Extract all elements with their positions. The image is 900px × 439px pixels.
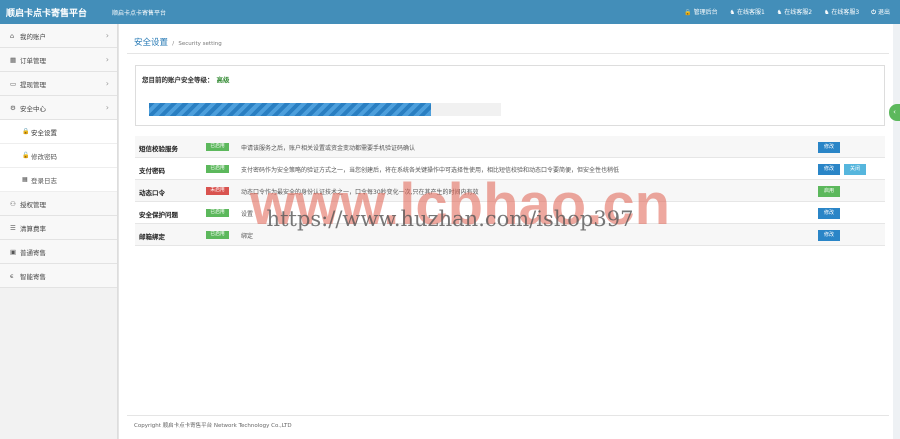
bell-icon: ♞ xyxy=(776,9,783,16)
sidebar-subitem-change-password[interactable]: 🔓 修改密码 xyxy=(0,144,117,168)
sidebar-item-normal-consign[interactable]: ▣ 普通寄售 xyxy=(0,240,117,264)
status-badge: 未启用 xyxy=(206,187,229,195)
setting-name: 支付密码 xyxy=(139,167,165,175)
card-icon: ▭ xyxy=(10,79,17,88)
setting-row-dynamic-token: 动态口令 未启用 动态口令作为最安全的身份认证技术之一，口令每30秒变化一次,只… xyxy=(135,180,885,202)
nav-logout[interactable]: ⏻ 退出 xyxy=(871,7,890,17)
sidebar-subitem-label: 安全设置 xyxy=(31,128,57,137)
nav-admin-label: 管理后台 xyxy=(693,9,718,16)
e-icon: є xyxy=(10,271,14,280)
sidebar: ⌂ 我的账户 › ▦ 订单管理 › ▭ 提现管理 › ⚙ 安全中心 › 🔒 安全设置 🔓 修改密码 … xyxy=(0,24,118,439)
status-badge: 已启用 xyxy=(206,209,229,217)
divider xyxy=(127,415,889,416)
sidebar-item-label: 授权管理 xyxy=(20,200,46,209)
nav-logout-label: 退出 xyxy=(877,9,890,16)
side-float-tab[interactable]: ‹ xyxy=(889,104,900,121)
users-icon: ⚇ xyxy=(10,199,16,208)
top-nav: 🔒 管理后台 ♞ 在线客服1 ♞ 在线客服2 ♞ 在线客服3 ⏻ 退出 xyxy=(684,7,890,17)
unlock-icon: 🔓 xyxy=(22,152,30,159)
security-settings-table: 短信校验服务 已启用 申请该服务之后，账户相关设置或资金变动都需要手机验证码确认… xyxy=(135,136,885,246)
sidebar-item-label: 订单管理 xyxy=(20,56,46,65)
setting-description: 动态口令作为最安全的身份认证技术之一，口令每30秒变化一次,只在其产生的时间内有… xyxy=(241,189,479,196)
setting-name: 动态口令 xyxy=(139,189,165,197)
sidebar-subitem-security-settings[interactable]: 🔒 安全设置 xyxy=(0,120,117,144)
security-level-text: 您目前的账户安全等级： xyxy=(142,76,214,84)
sidebar-subitem-label: 登录日志 xyxy=(31,176,57,185)
home-icon: ⌂ xyxy=(10,31,15,40)
setting-description: 申请该服务之后，账户相关设置或资金变动都需要手机验证码确认 xyxy=(241,145,416,152)
sidebar-item-label: 安全中心 xyxy=(20,104,46,113)
nav-service-2-label: 在线客服2 xyxy=(784,9,813,16)
sidebar-item-label: 提现管理 xyxy=(20,80,46,89)
brand-title[interactable]: 顺启卡点卡寄售平台 xyxy=(6,6,87,19)
sidebar-item-rates[interactable]: ☰ 清算费率 xyxy=(0,216,117,240)
grid-icon: ▦ xyxy=(22,176,28,183)
chevron-right-icon: › xyxy=(105,31,109,40)
sidebar-item-label: 我的账户 xyxy=(20,32,46,41)
setting-name: 安全保护问题 xyxy=(139,211,178,219)
lock-icon: 🔒 xyxy=(22,128,30,135)
chevron-right-icon: › xyxy=(105,55,109,64)
setting-row-email: 邮箱绑定 已启用 绑定 修改 xyxy=(135,224,885,246)
modify-button[interactable]: 修改 xyxy=(818,142,840,153)
sidebar-item-label: 智能寄售 xyxy=(20,272,46,281)
dashboard-icon: ▣ xyxy=(10,247,17,256)
grid-icon: ▦ xyxy=(10,55,17,64)
setting-description: 绑定 xyxy=(241,233,254,240)
bell-icon: ♞ xyxy=(729,9,735,16)
sidebar-subitem-label: 修改密码 xyxy=(31,152,57,161)
enable-button[interactable]: 启用 xyxy=(818,186,840,197)
sidebar-subitem-login-log[interactable]: ▦ 登录日志 xyxy=(0,168,117,192)
status-badge: 已启用 xyxy=(206,143,229,151)
main-content: 安全设置 / Security setting 您目前的账户安全等级： 高级 短信… xyxy=(118,24,893,439)
status-badge: 已启用 xyxy=(206,231,229,239)
nav-admin[interactable]: 🔒 管理后台 xyxy=(684,7,718,17)
bell-icon: ♞ xyxy=(824,9,830,16)
sidebar-item-security[interactable]: ⚙ 安全中心 › xyxy=(0,96,117,120)
sidebar-item-account[interactable]: ⌂ 我的账户 › xyxy=(0,24,117,48)
page-title: 安全设置 xyxy=(134,38,169,48)
status-badge: 已启用 xyxy=(206,165,229,173)
sidebar-item-authorization[interactable]: ⚇ 授权管理 xyxy=(0,192,117,216)
setting-name: 邮箱绑定 xyxy=(139,233,165,241)
security-progress-fill xyxy=(149,103,431,116)
nav-service-2[interactable]: ♞ 在线客服2 xyxy=(777,7,812,17)
close-button[interactable]: 关闭 xyxy=(844,164,866,175)
nav-service-1[interactable]: ♞ 在线客服1 xyxy=(730,7,765,17)
security-level-value: 高级 xyxy=(216,76,230,84)
security-level-label: 您目前的账户安全等级： 高级 xyxy=(142,74,230,84)
page-subtitle: Security setting xyxy=(178,41,222,47)
setting-row-security-question: 安全保护问题 已启用 设置 修改 xyxy=(135,202,885,224)
top-bar: 顺启卡点卡寄售平台 顺启卡点卡寄售平台 🔒 管理后台 ♞ 在线客服1 ♞ 在线客服2 … xyxy=(0,0,900,24)
setting-row-pay-password: 支付密码 已启用 支付密码作为安全策略的验证方式之一，当您创建后，将在系统各关键… xyxy=(135,158,885,180)
setting-description: 支付密码作为安全策略的验证方式之一，当您创建后，将在系统各关键操作中可选择性使用… xyxy=(241,167,620,174)
chevron-down-icon: › xyxy=(105,103,109,112)
power-icon: ⏻ xyxy=(871,9,876,16)
security-level-panel: 您目前的账户安全等级： 高级 xyxy=(135,65,885,126)
divider xyxy=(127,53,889,54)
chevron-right-icon: › xyxy=(105,79,109,88)
sidebar-item-withdraw[interactable]: ▭ 提现管理 › xyxy=(0,72,117,96)
sidebar-item-orders[interactable]: ▦ 订单管理 › xyxy=(0,48,117,72)
breadcrumb-separator: / xyxy=(172,41,175,47)
security-progress-track xyxy=(149,103,501,116)
setting-name: 短信校验服务 xyxy=(139,145,178,153)
setting-row-sms: 短信校验服务 已启用 申请该服务之后，账户相关设置或资金变动都需要手机验证码确认… xyxy=(135,136,885,158)
breadcrumb: 安全设置 / Security setting xyxy=(134,36,222,48)
footer-copyright: Copyright 顺启卡点卡寄售平台 Network Technology C… xyxy=(134,423,292,429)
brand-subtitle: 顺启卡点卡寄售平台 xyxy=(112,10,167,17)
sidebar-item-smart-consign[interactable]: є 智能寄售 xyxy=(0,264,117,288)
nav-service-3[interactable]: ♞ 在线客服3 xyxy=(824,7,859,17)
sidebar-item-label: 普通寄售 xyxy=(20,248,46,257)
modify-button[interactable]: 修改 xyxy=(818,208,840,219)
sidebar-item-label: 清算费率 xyxy=(20,224,46,233)
modify-button[interactable]: 修改 xyxy=(818,164,840,175)
nav-service-3-label: 在线客服3 xyxy=(831,9,860,16)
setting-description: 设置 xyxy=(241,211,254,218)
list-icon: ☰ xyxy=(10,223,16,232)
lock-icon: 🔒 xyxy=(684,9,692,16)
gear-icon: ⚙ xyxy=(10,103,16,112)
nav-service-1-label: 在线客服1 xyxy=(736,9,765,16)
modify-button[interactable]: 修改 xyxy=(818,230,840,241)
